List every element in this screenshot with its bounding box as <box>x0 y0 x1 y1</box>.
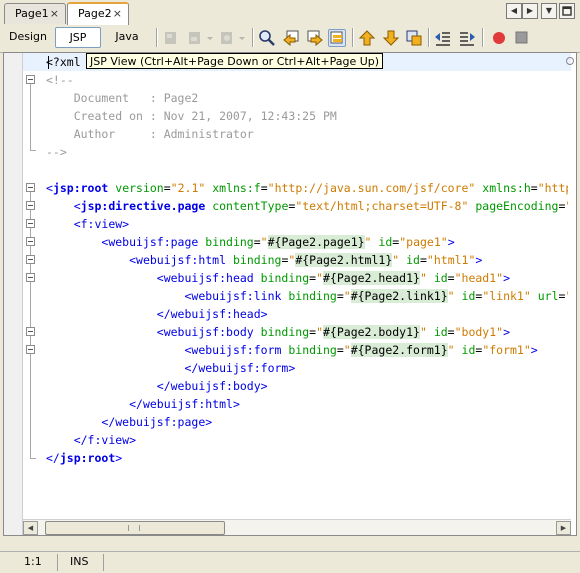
insert-mode: INS <box>64 554 104 571</box>
tab-page2-label: Page2 <box>78 7 112 20</box>
code-editor[interactable]: <?xml <!-- Document : Page2 Created on :… <box>3 52 577 536</box>
code-line-page: <webuijsf:page binding="#{Page2.page1}" … <box>101 235 455 249</box>
find-next-icon[interactable] <box>306 29 324 47</box>
toggle-highlight-icon[interactable] <box>328 29 346 47</box>
scroll-left-arrow-icon[interactable]: ◀ <box>23 521 38 535</box>
tab-page2[interactable]: Page2 × <box>67 2 129 25</box>
java-view-button[interactable]: Java <box>104 27 150 48</box>
fold-form-icon[interactable] <box>26 345 35 354</box>
code-line-head-close: </webuijsf:head> <box>156 307 268 321</box>
horizontal-scrollbar[interactable]: ◀ ▶ <box>23 519 571 535</box>
code-line-fview: <f:view> <box>73 217 130 231</box>
line-gutter <box>4 53 23 535</box>
scrollbar-thumb[interactable] <box>45 521 225 535</box>
stop-macro-icon[interactable] <box>513 29 531 47</box>
editor-tab-bar: Page1 × Page2 × ◀ ▶ ▼ <box>0 0 580 26</box>
fold-body-icon[interactable] <box>26 327 35 336</box>
scroll-tabs-left-icon[interactable]: ◀ <box>506 3 522 19</box>
close-tab-page1-icon[interactable]: × <box>50 4 59 24</box>
start-macro-icon[interactable] <box>490 29 508 47</box>
code-line-head: <webuijsf:head binding="#{Page2.head1}" … <box>156 271 511 285</box>
scroll-right-arrow-icon[interactable]: ▶ <box>556 521 571 535</box>
code-line-html: <webuijsf:html binding="#{Page2.html1}" … <box>129 253 483 267</box>
comment-created: Created on : Nov 21, 2007, 12:43:25 PM <box>46 109 337 123</box>
fold-directive-icon[interactable] <box>26 201 35 210</box>
jsp-view-tooltip: JSP View (Ctrl+Alt+Page Down or Ctrl+Alt… <box>86 53 384 69</box>
text-caret <box>48 56 49 69</box>
code-line: <?xml <box>46 53 81 71</box>
comment-close: --> <box>46 145 67 159</box>
tab-page1[interactable]: Page1 × <box>4 3 66 24</box>
comment-open: <!-- <box>46 73 74 87</box>
scroll-tabs-right-icon[interactable]: ▶ <box>522 3 538 19</box>
code-line-form-close: </webuijsf:form> <box>184 361 296 375</box>
forward-dropdown-icon[interactable] <box>204 29 216 47</box>
design-view-button[interactable]: Design <box>4 27 52 48</box>
code-line-link: <webuijsf:link binding="#{Page2.link1}" … <box>184 289 568 303</box>
code-line-body: <webuijsf:body binding="#{Page2.body1}" … <box>156 325 511 339</box>
toggle-bookmark-icon[interactable] <box>405 29 423 47</box>
forward-icon[interactable] <box>186 29 204 47</box>
shift-left-icon[interactable] <box>434 29 452 47</box>
show-opened-documents-icon[interactable]: ▼ <box>541 3 557 19</box>
find-previous-icon[interactable] <box>282 29 300 47</box>
find-selection-icon[interactable] <box>258 29 276 47</box>
fold-page-icon[interactable] <box>26 237 35 246</box>
fold-fview-icon[interactable] <box>26 219 35 228</box>
jsp-view-button[interactable]: JSP <box>55 27 101 48</box>
code-line-fview-close: </f:view> <box>73 433 137 447</box>
code-line-form: <webuijsf:form binding="#{Page2.form1}" … <box>184 343 538 357</box>
last-edit-icon[interactable] <box>218 29 236 47</box>
code-line-body-close: </webuijsf:body> <box>156 379 268 393</box>
error-stripe-icon[interactable] <box>566 57 574 65</box>
fold-head-icon[interactable] <box>26 273 35 282</box>
editor-toolbar: Design JSP Java <box>0 25 580 53</box>
caret-position: 1:1 <box>6 554 58 571</box>
fold-jsp-root-icon[interactable] <box>26 183 35 192</box>
code-line-jsp-root-close: </jsp:root> <box>46 451 123 465</box>
last-edit-dropdown-icon[interactable] <box>236 29 248 47</box>
code-area[interactable]: <?xml <!-- Document : Page2 Created on :… <box>46 53 568 535</box>
status-bar: 1:1 INS <box>0 551 580 573</box>
code-line-directive: <jsp:directive.page contentType="text/ht… <box>73 199 568 213</box>
code-line-jsp-root: <jsp:root version="2.1" xmlns:f="http://… <box>46 181 568 195</box>
close-tab-page2-icon[interactable]: × <box>113 4 122 24</box>
code-line-html-close: </webuijsf:html> <box>129 397 240 411</box>
back-icon[interactable] <box>162 29 180 47</box>
maximize-window-icon[interactable] <box>559 3 575 19</box>
tab-page1-label: Page1 <box>15 7 49 20</box>
next-bookmark-icon[interactable] <box>382 29 400 47</box>
fold-html-icon[interactable] <box>26 255 35 264</box>
comment-document: Document : Page2 <box>46 91 199 105</box>
xml-declaration: <?xml <box>46 55 81 69</box>
code-line-page-close: </webuijsf:page> <box>101 415 213 429</box>
previous-bookmark-icon[interactable] <box>358 29 376 47</box>
shift-right-icon[interactable] <box>458 29 476 47</box>
fold-comment-icon[interactable] <box>26 75 35 84</box>
comment-author: Author : Administrator <box>46 127 254 141</box>
